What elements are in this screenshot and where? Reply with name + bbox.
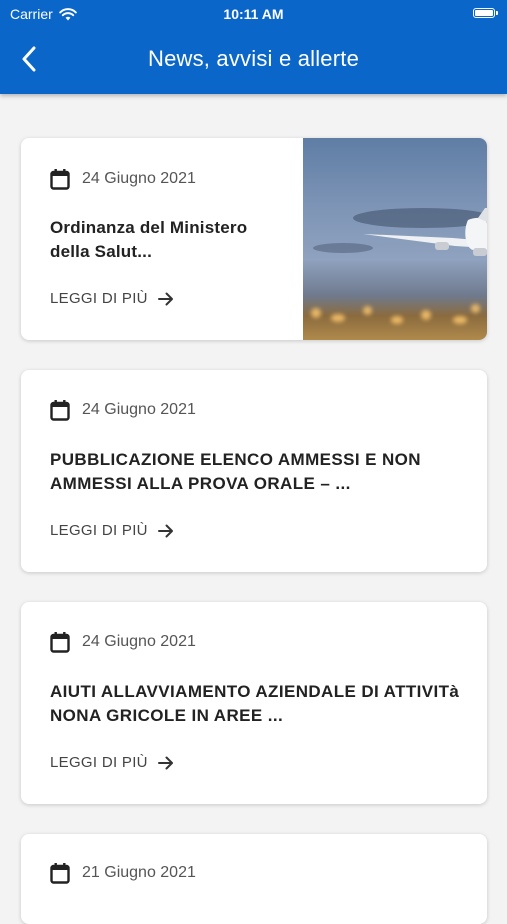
- read-more-label: LEGGI DI PIÙ: [50, 754, 148, 771]
- calendar-icon: [50, 400, 70, 421]
- arrow-right-icon: [157, 524, 173, 537]
- battery-icon: [473, 8, 498, 18]
- news-card[interactable]: 24 Giugno 2021 Ordinanza del Ministero d…: [21, 138, 487, 340]
- status-bar: Carrier 10:11 AM: [0, 0, 507, 28]
- news-date: 21 Giugno 2021: [82, 864, 196, 881]
- calendar-icon: [50, 169, 70, 190]
- airplane-photo: [303, 138, 487, 340]
- news-card[interactable]: 21 Giugno 2021: [21, 834, 487, 924]
- read-more-label: LEGGI DI PIÙ: [50, 290, 148, 307]
- news-title: Ordinanza del Ministero della Salut...: [50, 218, 248, 261]
- news-date: 24 Giugno 2021: [82, 401, 196, 418]
- page-title: News, avvisi e allerte: [147, 46, 360, 71]
- read-more-link[interactable]: LEGGI DI PIÙ: [50, 754, 174, 771]
- news-date: 24 Giugno 2021: [82, 170, 196, 187]
- status-time: 10:11 AM: [223, 6, 284, 22]
- news-card[interactable]: 24 Giugno 2021 AIUTI ALLAVVIAMENTO AZIEN…: [21, 602, 487, 804]
- news-date: 24 Giugno 2021: [82, 633, 196, 650]
- news-date-row: 21 Giugno 2021: [50, 862, 196, 884]
- news-card[interactable]: 24 Giugno 2021 PUBBLICAZIONE ELENCO AMME…: [21, 370, 487, 572]
- calendar-icon: [50, 863, 70, 884]
- arrow-right-icon: [157, 292, 173, 305]
- arrow-right-icon: [157, 756, 173, 769]
- news-title: PUBBLICAZIONE ELENCO AMMESSI E NON AMMES…: [50, 450, 421, 493]
- app-bar: Carrier 10:11 AM News, avvisi e allerte: [0, 0, 507, 94]
- read-more-link[interactable]: LEGGI DI PIÙ: [50, 522, 174, 539]
- read-more-label: LEGGI DI PIÙ: [50, 522, 148, 539]
- news-title: AIUTI ALLAVVIAMENTO AZIENDALE DI ATTIVIT…: [50, 682, 460, 725]
- news-date-row: 24 Giugno 2021: [50, 399, 196, 421]
- news-date-row: 24 Giugno 2021: [50, 168, 196, 190]
- news-date-row: 24 Giugno 2021: [50, 631, 196, 653]
- calendar-icon: [50, 632, 70, 653]
- read-more-link[interactable]: LEGGI DI PIÙ: [50, 290, 174, 307]
